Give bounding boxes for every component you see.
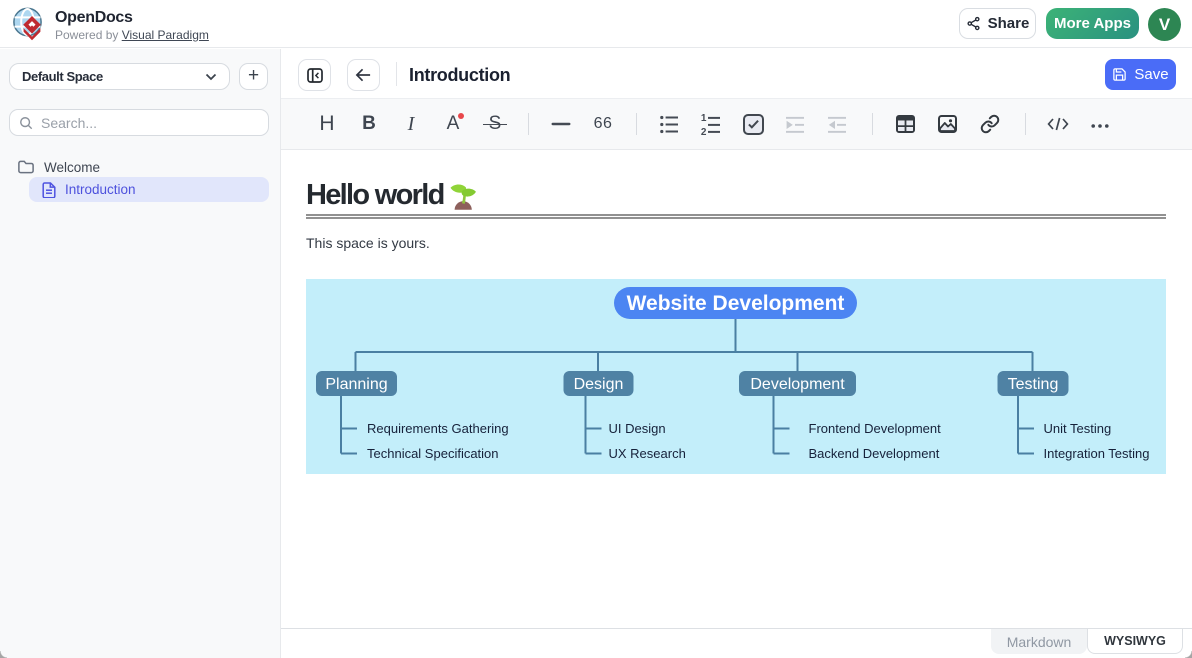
svg-text:UX Research: UX Research — [609, 446, 686, 461]
svg-text:UI Design: UI Design — [609, 421, 666, 436]
svg-text:Backend Development: Backend Development — [809, 446, 940, 461]
svg-text:Unit Testing: Unit Testing — [1044, 421, 1112, 436]
svg-text:Frontend Development: Frontend Development — [809, 421, 942, 436]
svg-text:1: 1 — [701, 114, 707, 124]
svg-text:Requirements Gathering: Requirements Gathering — [367, 421, 509, 436]
svg-text:Technical Specification: Technical Specification — [367, 446, 499, 461]
svg-text:Planning: Planning — [325, 376, 387, 393]
svg-text:2: 2 — [701, 126, 707, 134]
svg-text:Website Development: Website Development — [627, 292, 845, 315]
svg-text:Testing: Testing — [1008, 376, 1059, 393]
svg-text:Development: Development — [750, 376, 845, 393]
svg-text:Integration Testing: Integration Testing — [1044, 446, 1150, 461]
svg-text:Design: Design — [574, 376, 624, 393]
